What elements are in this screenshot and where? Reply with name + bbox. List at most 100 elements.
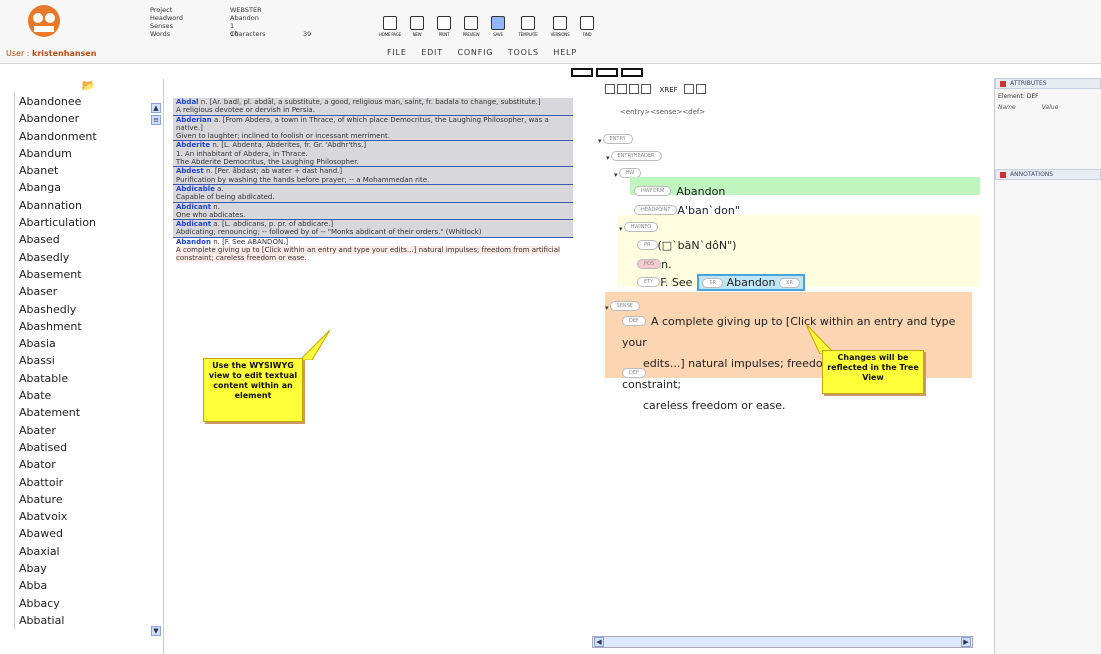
headword-list-item[interactable]: Abandoner xyxy=(14,110,163,128)
versions-icon xyxy=(553,16,567,30)
dictionary-entry[interactable]: Abdest n. [Per. âbdast; ab water + dast … xyxy=(173,167,573,185)
collapse-triangle-icon[interactable]: ▾ xyxy=(619,225,623,233)
tree-node-def-empty[interactable]: DEF xyxy=(622,362,646,381)
headword-list-item[interactable]: Abbatial xyxy=(14,611,163,630)
collapse-triangle-icon[interactable]: ▾ xyxy=(605,304,609,312)
headword-list-item[interactable]: Abatvoix xyxy=(14,508,163,526)
headword-list-item[interactable]: Abbacy xyxy=(14,594,163,612)
characters-label: Characters xyxy=(230,30,266,38)
headword-list-item[interactable]: Abaser xyxy=(14,283,163,301)
headword-list-item[interactable]: Abator xyxy=(14,456,163,474)
xref-link[interactable]: SR Abandon XR xyxy=(697,274,805,291)
tree-node-hwinfo[interactable]: ▾ HWINFO xyxy=(619,216,659,235)
headword-list-item[interactable]: Abased xyxy=(14,231,163,249)
headword-list-item[interactable]: Abasedly xyxy=(14,248,163,266)
app-logo xyxy=(28,5,60,37)
entry-definition: The Abderite Democritus, the Laughing Ph… xyxy=(176,158,359,167)
menu-edit[interactable]: EDIT xyxy=(421,48,443,57)
dictionary-entry[interactable]: Abderite n. [L. Abdenta, Abderites, fr. … xyxy=(173,141,573,168)
headword-list-item[interactable]: Abate xyxy=(14,387,163,405)
headword-list-item[interactable]: Abanet xyxy=(14,162,163,180)
collapse-icon[interactable] xyxy=(617,84,627,94)
headword-list-item[interactable]: Abater xyxy=(14,421,163,439)
scroll-up-icon[interactable]: ▲ xyxy=(151,103,161,113)
tree-node-ety[interactable]: ETY F. See SR Abandon XR xyxy=(637,271,805,291)
menu-tools[interactable]: TOOLS xyxy=(508,48,539,57)
callout-pointer xyxy=(200,329,350,361)
headword-list-item[interactable]: Abannation xyxy=(14,196,163,215)
annotations-header[interactable]: ANNOTATIONS xyxy=(995,169,1101,180)
collapse-triangle-icon[interactable]: ▾ xyxy=(614,171,618,179)
current-entry-definition[interactable]: A complete giving up to [Click within an… xyxy=(176,246,560,263)
dictionary-entry[interactable]: Abdal n. [Ar. badl, pl. abdāl, a substit… xyxy=(173,98,573,116)
versions-button[interactable]: VERSIONS xyxy=(549,16,571,37)
headword-list-item[interactable]: Abassi xyxy=(14,352,163,370)
entry-etymology: n. [Ar. badl, pl. abdāl, a substitute, a… xyxy=(200,98,541,106)
headword-list-item[interactable]: Abanga xyxy=(14,179,163,197)
scroll-down-icon[interactable]: ▼ xyxy=(151,626,161,636)
layout-two-pane-icon[interactable] xyxy=(596,68,618,77)
headword-list-item[interactable]: Abandonment xyxy=(14,127,163,145)
entry-etymology: a. [L. abdicans, p. pr. of abdicare.] xyxy=(213,220,334,229)
expand-icon[interactable] xyxy=(605,84,615,94)
entry-definition: Capable of being abdicated. xyxy=(176,193,275,202)
headword-list-item[interactable]: Abashedly xyxy=(14,300,163,318)
template-button[interactable]: TEMPLATE xyxy=(517,16,539,37)
layout-three-pane-icon[interactable] xyxy=(571,68,593,77)
headword-list-item[interactable]: Abatable xyxy=(14,369,163,388)
headword-list-item[interactable]: Abarticulation xyxy=(14,214,163,232)
dictionary-entry[interactable]: Abderian a. [From Abdera, a town in Thra… xyxy=(173,115,573,142)
headword-list-item[interactable]: Abattoir xyxy=(14,473,163,491)
move-up-icon[interactable] xyxy=(629,84,639,94)
app-header: User : kristenhansen Project Headword Se… xyxy=(0,0,1101,64)
tree-horizontal-scrollbar[interactable] xyxy=(592,636,973,648)
dictionary-entry[interactable]: Abdicant n. One who abdicates. xyxy=(173,202,573,221)
new-button[interactable]: NEW xyxy=(406,16,428,37)
headword-list-item[interactable]: Abasement xyxy=(14,265,163,284)
headword-list-item[interactable]: Abaxial xyxy=(14,542,163,561)
find-button[interactable]: FIND xyxy=(576,16,598,37)
dictionary-entry[interactable]: Abdicable a. Capable of being abdicated. xyxy=(173,184,573,203)
attributes-header[interactable]: ATTRIBUTES xyxy=(995,78,1101,89)
collapse-triangle-icon[interactable]: ▾ xyxy=(598,137,602,145)
menu-config[interactable]: CONFIG xyxy=(457,48,493,57)
headword-list: Abandonee Abandoner Abandonment Abandum Aban… xyxy=(14,93,163,630)
scroll-thumb[interactable]: ≡ xyxy=(151,115,161,125)
collapse-triangle-icon[interactable]: ▾ xyxy=(606,154,610,162)
preview-button[interactable]: PREVIEW xyxy=(460,16,482,37)
scroll-right-icon[interactable]: ▶ xyxy=(961,637,971,647)
edit-icon[interactable] xyxy=(684,84,695,94)
entry-etymology: n. [Per. âbdast; ab water + dast hand.] xyxy=(205,167,343,176)
headword-list-item[interactable]: Abature xyxy=(14,490,163,509)
headword-list-item[interactable]: Abba xyxy=(14,577,163,595)
tree-node-pos[interactable]: POS n. xyxy=(637,253,672,272)
tree-node-hwform[interactable]: HWFORM Abandon xyxy=(634,180,725,199)
scroll-left-icon[interactable]: ◀ xyxy=(594,637,604,647)
template-icon xyxy=(521,16,535,30)
menu-help[interactable]: HELP xyxy=(553,48,577,57)
dictionary-entry[interactable]: Abdicant a. [L. abdicans, p. pr. of abdi… xyxy=(173,220,573,238)
folder-open-icon[interactable]: 📂 xyxy=(14,79,163,93)
headword-list-item[interactable]: Abatement xyxy=(14,404,163,422)
current-entry[interactable]: Abandon n. [F. See ABANDON.] A complete … xyxy=(173,237,573,263)
xref-button[interactable]: XREF xyxy=(660,86,678,94)
headword-list-item[interactable]: Abandum xyxy=(14,144,163,163)
link-icon[interactable] xyxy=(696,84,707,94)
headword-list-item[interactable]: Abay xyxy=(14,560,163,578)
entry-headword: Abdal xyxy=(176,98,199,106)
save-button[interactable]: SAVE xyxy=(487,16,509,37)
tree-toolbar: XREF xyxy=(605,84,708,94)
move-down-icon[interactable] xyxy=(641,84,651,94)
layout-tree-icon[interactable] xyxy=(621,68,643,77)
home-page-button[interactable]: HOME PAGE xyxy=(379,16,401,37)
menu-file[interactable]: FILE xyxy=(387,48,407,57)
headword-list-item[interactable]: Abasia xyxy=(14,335,163,353)
list-scrollbar[interactable]: ▲ ≡ xyxy=(151,103,163,636)
wysiwyg-help-callout: Use the WYSIWYG view to edit textual con… xyxy=(203,358,303,422)
headword-list-item[interactable]: Abashment xyxy=(14,317,163,336)
headword-list-item[interactable]: Abatised xyxy=(14,438,163,457)
headword-list-item[interactable]: Abawed xyxy=(14,525,163,543)
headword-list-item[interactable]: Abandonee xyxy=(14,93,163,111)
tree-node-pr[interactable]: PR (□`băN`dôN") xyxy=(637,234,736,253)
print-button[interactable]: PRINT xyxy=(433,16,455,37)
